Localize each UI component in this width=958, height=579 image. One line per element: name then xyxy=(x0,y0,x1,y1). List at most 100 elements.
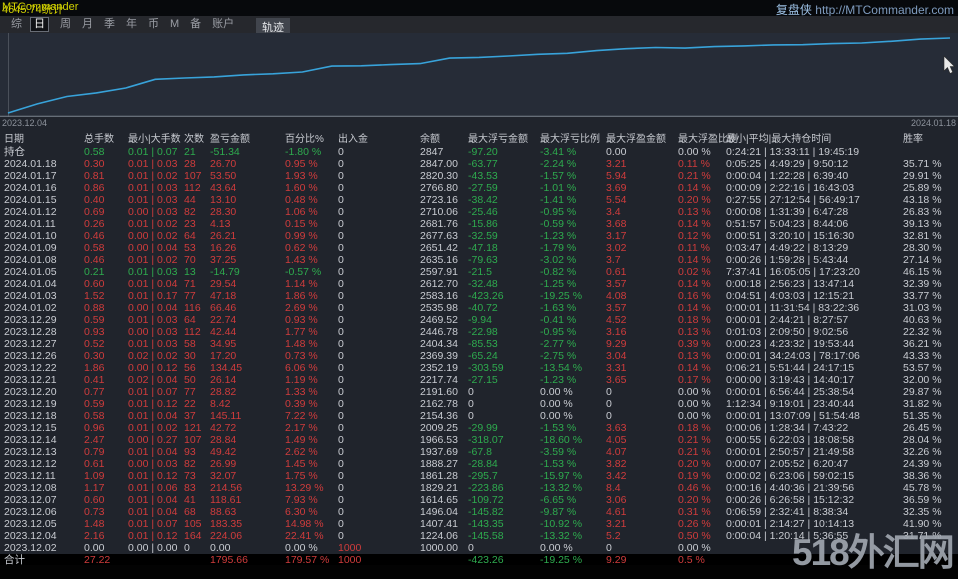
table-row[interactable]: 2024.01.08 0.46 0.01 | 0.02 70 37.25 1.43 % 0 2… xyxy=(0,254,958,266)
table-row[interactable]: 2023.12.18 0.58 0.01 | 0.04 37 145.11 7.22 % 0… xyxy=(0,410,958,422)
menu-item-日[interactable]: 日 xyxy=(30,17,49,32)
table-cell: 0.00 | 0.00 xyxy=(128,542,178,554)
table-row[interactable]: 2023.12.27 0.52 0.01 | 0.03 58 34.95 1.48 % 0 2… xyxy=(0,338,958,350)
table-cell: 29.91 % xyxy=(903,170,942,182)
table-row[interactable]: 2024.01.10 0.46 0.00 | 0.02 64 26.21 0.99 % 0 2… xyxy=(0,230,958,242)
table-row[interactable]: 2024.01.09 0.58 0.00 | 0.04 53 16.26 0.62 % 0 2… xyxy=(0,242,958,254)
table-cell: 0.61 xyxy=(606,266,627,278)
table-row[interactable]: 2024.01.15 0.40 0.01 | 0.03 44 13.10 0.48 % 0 2… xyxy=(0,194,958,206)
table-cell: 2024.01.05 xyxy=(4,266,57,278)
table-cell: 1.60 % xyxy=(285,182,318,194)
table-cell: 14.98 % xyxy=(285,518,324,530)
menu-item-月[interactable]: 月 xyxy=(82,18,93,31)
table-row[interactable]: 2023.12.05 1.48 0.01 | 0.07 105 183.35 14.98 … xyxy=(0,518,958,530)
table-cell: 77 xyxy=(184,386,196,398)
menu-item-M[interactable]: M xyxy=(170,18,179,31)
menu-item-备[interactable]: 备 xyxy=(190,18,201,31)
table-cell: 0.11 % xyxy=(678,158,710,170)
table-cell: 0.21 % xyxy=(678,434,711,446)
table-cell: 0 xyxy=(338,494,344,506)
table-cell: -423.26 xyxy=(468,290,504,302)
table-row[interactable]: 2024.01.03 1.52 0.01 | 0.17 77 47.18 1.86 % 0 2… xyxy=(0,290,958,302)
table-cell: 0.00 % xyxy=(285,542,318,554)
menu-item-综[interactable]: 综 xyxy=(11,18,22,31)
menu-item-年[interactable]: 年 xyxy=(126,18,137,31)
table-cell: 2023.12.12 xyxy=(4,458,57,470)
table-row[interactable]: 2024.01.16 0.86 0.01 | 0.03 112 43.64 1.60 % 0… xyxy=(0,182,958,194)
table-cell: 0 xyxy=(338,242,344,254)
table-cell: -13.54 % xyxy=(540,362,583,374)
table-row[interactable]: 2023.12.29 0.59 0.01 | 0.03 64 22.74 0.93 % 0 2… xyxy=(0,314,958,326)
table-cell: 0.01 | 0.07 xyxy=(128,146,178,158)
axis-end-date: 2024.01.18 xyxy=(910,118,956,128)
table-cell: -63.77 xyxy=(468,158,498,170)
table-cell: 3.65 xyxy=(606,374,627,386)
table-cell: 5.2 xyxy=(606,530,621,542)
table-row[interactable]: 2023.12.07 0.60 0.01 | 0.04 41 118.61 7.93 % 0… xyxy=(0,494,958,506)
table-row[interactable]: 2023.12.14 2.47 0.00 | 0.27 107 28.84 1.49 % 0… xyxy=(0,434,958,446)
equity-chart[interactable] xyxy=(0,33,958,117)
table-cell: 116 xyxy=(184,302,201,314)
table-cell: 2352.19 xyxy=(420,362,458,374)
table-row[interactable]: 2024.01.17 0.81 0.01 | 0.02 107 53.50 1.93 % 0… xyxy=(0,170,958,182)
table-cell: 2024.01.18 xyxy=(4,158,57,170)
menu-item-账户[interactable]: 账户 xyxy=(212,18,234,31)
table-cell: 43.64 xyxy=(210,182,237,194)
table-row[interactable]: 2023.12.28 0.93 0.00 | 0.03 112 42.44 1.77 % 0… xyxy=(0,326,958,338)
table-cell: 2023.12.15 xyxy=(4,422,57,434)
table-cell: 26.21 xyxy=(210,230,237,242)
table-row[interactable]: 2023.12.12 0.61 0.00 | 0.03 82 26.99 1.45 % 0 1… xyxy=(0,458,958,470)
table-cell: -25.46 xyxy=(468,206,498,218)
table-row[interactable]: 2024.01.02 0.88 0.00 | 0.04 116 66.46 2.69 % 0… xyxy=(0,302,958,314)
table-cell: 0:00:01 | 13:07:09 | 51:54:48 xyxy=(726,410,860,422)
table-cell: 0.19 % xyxy=(678,470,711,482)
table-row[interactable]: 2024.01.11 0.26 0.01 | 0.02 23 4.13 0.15 % 0 26… xyxy=(0,218,958,230)
table-cell: 3.82 xyxy=(606,458,627,470)
table-cell: 0:04:51 | 4:03:03 | 12:15:21 xyxy=(726,290,855,302)
table-cell: 0 xyxy=(338,422,344,434)
window-title-overlay-text: 4645.74统计 xyxy=(2,4,64,16)
menu-item-季[interactable]: 季 xyxy=(104,18,115,31)
table-cell: -1.57 % xyxy=(540,170,577,182)
table-row[interactable]: 2023.12.08 1.17 0.01 | 0.06 83 214.56 13.29 %… xyxy=(0,482,958,494)
table-row[interactable]: 2023.12.11 1.09 0.01 | 0.12 73 32.07 1.75 % 0 1… xyxy=(0,470,958,482)
table-row[interactable]: 2023.12.26 0.30 0.02 | 0.02 30 17.20 0.73 % 0 2… xyxy=(0,350,958,362)
table-cell: 107 xyxy=(184,434,202,446)
table-cell: 0.81 xyxy=(84,170,105,182)
table-cell: -21.5 xyxy=(468,266,492,278)
table-row[interactable]: 2023.12.19 0.59 0.01 | 0.12 22 8.42 0.39 % 0 21… xyxy=(0,398,958,410)
table-cell: 0.01 | 0.02 xyxy=(128,422,178,434)
table-row[interactable]: 2023.12.21 0.41 0.02 | 0.04 50 26.14 1.19 % 0 2… xyxy=(0,374,958,386)
table-row[interactable]: 2023.12.20 0.77 0.01 | 0.07 77 28.82 1.33 % 0 2… xyxy=(0,386,958,398)
table-cell: 26.70 xyxy=(210,158,237,170)
table-cell: -145.58 xyxy=(468,530,504,542)
table-cell: 2023.12.07 xyxy=(4,494,57,506)
table-cell: 0.00 % xyxy=(540,398,573,410)
table-cell: 2.17 % xyxy=(285,422,318,434)
table-cell: 0 xyxy=(338,326,344,338)
menu-item-币[interactable]: 币 xyxy=(148,18,159,31)
table-cell: 7:37:41 | 16:05:05 | 17:23:20 xyxy=(726,266,860,278)
table-row[interactable]: 2024.01.12 0.69 0.00 | 0.03 82 28.30 1.06 % 0 2… xyxy=(0,206,958,218)
table-cell: 0 xyxy=(338,374,344,386)
table-row[interactable]: 2024.01.04 0.60 0.01 | 0.04 71 29.54 1.14 % 0 2… xyxy=(0,278,958,290)
menu-item-周[interactable]: 周 xyxy=(60,18,71,31)
table-cell: 2535.98 xyxy=(420,302,458,314)
table-cell: 0:00:00 | 3:19:43 | 14:40:17 xyxy=(726,374,855,386)
table-cell: 0:00:01 | 34:24:03 | 78:17:06 xyxy=(726,350,860,362)
table-cell: 0.00 | 0.03 xyxy=(128,206,178,218)
table-cell: 2023.12.14 xyxy=(4,434,57,446)
table-row[interactable]: 2023.12.13 0.79 0.01 | 0.04 93 49.42 2.62 % 0 1… xyxy=(0,446,958,458)
table-cell: 2023.12.18 xyxy=(4,410,57,422)
table-cell: 0.00 xyxy=(210,542,231,554)
table-row[interactable]: 2023.12.15 0.96 0.01 | 0.02 121 42.72 2.17 % 0… xyxy=(0,422,958,434)
table-cell: 13.29 % xyxy=(285,482,324,494)
table-row[interactable]: 2023.12.22 1.86 0.00 | 0.12 56 134.45 6.06 % 0… xyxy=(0,362,958,374)
table-row[interactable]: 2024.01.18 0.30 0.01 | 0.03 28 26.70 0.95 % 0 2… xyxy=(0,158,958,170)
table-row[interactable]: 2023.12.06 0.73 0.01 | 0.04 68 88.63 6.30 % 0 1… xyxy=(0,506,958,518)
table-row[interactable]: 持仓 0.58 0.01 | 0.07 21 -51.34 -1.80 % 0 2847 -97… xyxy=(0,146,958,158)
table-cell: 2023.12.13 xyxy=(4,446,57,458)
table-cell: 0.15 % xyxy=(285,218,318,230)
table-cell: 32.00 % xyxy=(903,374,942,386)
table-row[interactable]: 2024.01.05 0.21 0.01 | 0.03 13 -14.79 -0.57 %… xyxy=(0,266,958,278)
